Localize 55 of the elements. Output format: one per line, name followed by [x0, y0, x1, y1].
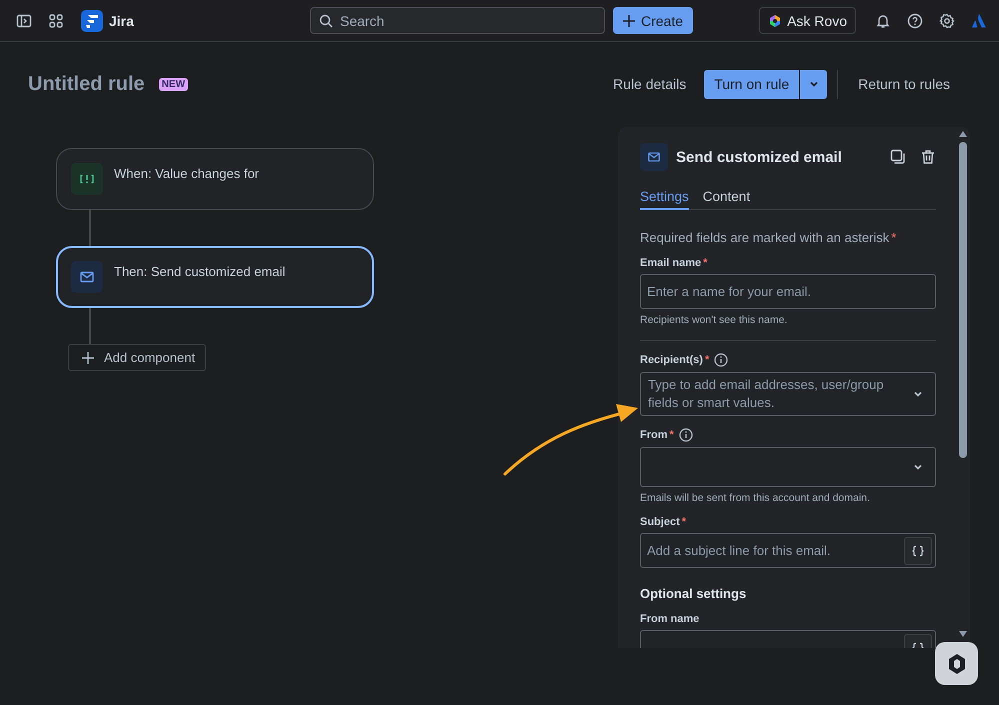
scrollbar[interactable]: [957, 129, 969, 639]
create-button[interactable]: Create: [612, 7, 694, 34]
chevron-down-icon: [913, 462, 923, 472]
turn-on-options-button[interactable]: [800, 70, 828, 98]
duplicate-icon[interactable]: [890, 149, 906, 165]
notifications-icon[interactable]: [875, 12, 891, 28]
add-component-button[interactable]: Add component: [68, 344, 206, 371]
help-text: Emails will be sent from this account and domain.: [640, 492, 871, 504]
rule-title: Untitled rule: [28, 72, 145, 96]
smart-value-button[interactable]: [904, 536, 932, 564]
assistant-button[interactable]: [935, 642, 978, 685]
settings-icon[interactable]: [939, 12, 955, 28]
panel-tab[interactable]: Content: [702, 187, 750, 210]
info-icon[interactable]: [714, 353, 728, 367]
select-field[interactable]: [640, 447, 936, 487]
app-grid-icon[interactable]: [48, 12, 64, 28]
mail-icon: [640, 143, 668, 171]
panel-title: Send customized email: [676, 148, 843, 166]
select-field[interactable]: Type to add email addresses, user/group fields or smart values.: [640, 372, 936, 416]
product-name[interactable]: Jira: [109, 12, 134, 28]
field-label: From name: [640, 613, 700, 625]
field-label: Subject *: [640, 516, 686, 528]
turn-on-rule-button[interactable]: Turn on rule: [704, 70, 800, 98]
return-to-rules-button[interactable]: Return to rules: [848, 70, 960, 98]
plus-icon: [622, 14, 635, 26]
rovo-logo-icon: [768, 14, 782, 28]
new-badge: NEW: [158, 78, 188, 90]
field-label: Email name *: [640, 257, 708, 269]
plus-icon: [82, 352, 94, 364]
jira-logo-icon[interactable]: [81, 10, 103, 32]
panel-tab[interactable]: Settings: [640, 187, 689, 210]
atlassian-logo-icon[interactable]: [971, 12, 987, 28]
delete-icon[interactable]: [920, 149, 936, 165]
mail-icon: [71, 261, 103, 293]
field-label: From *: [640, 429, 674, 441]
help-icon[interactable]: [907, 12, 923, 28]
search-icon: [318, 14, 333, 28]
required-note: Required fields are marked with an asterisk*: [640, 230, 898, 245]
value-change-icon: [71, 163, 103, 195]
text-field[interactable]: Enter a name for your email.: [640, 274, 936, 309]
search-field[interactable]: Search: [310, 7, 605, 34]
rule-node[interactable]: Then: Send customized email: [56, 246, 374, 308]
text-field[interactable]: Add a subject line for this email.: [640, 533, 936, 568]
braces-icon: [912, 544, 924, 556]
chevron-down-icon: [913, 389, 923, 399]
rule-details-button[interactable]: Rule details: [603, 70, 696, 98]
help-text: Recipients won't see this name.: [640, 314, 788, 326]
section-heading: Optional settings: [640, 586, 748, 601]
logo-icon: [946, 652, 966, 674]
rule-node[interactable]: When: Value changes for: [56, 148, 374, 210]
field-label: Recipient(s) *: [640, 354, 710, 366]
sidebar-toggle-icon[interactable]: [16, 12, 32, 28]
ask-rovo-button[interactable]: Ask Rovo: [759, 7, 856, 34]
info-icon[interactable]: [678, 428, 693, 442]
chevron-down-icon: [808, 79, 819, 89]
